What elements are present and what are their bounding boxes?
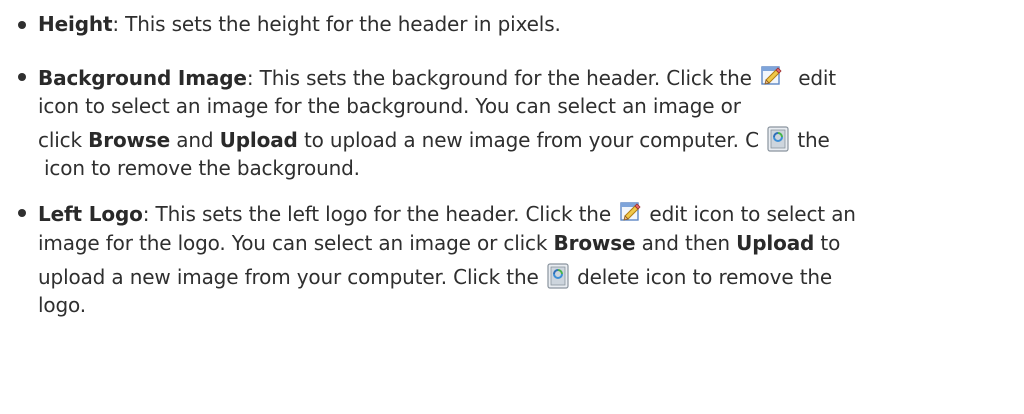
item-background-line-4: icon to remove the background. (44, 156, 360, 180)
description-text: : This sets the background for the heade… (246, 66, 752, 90)
item-logo-line-2: image for the logo. You can select an im… (38, 231, 840, 255)
upload-term: Upload (219, 128, 298, 152)
description-text: logo. (38, 293, 86, 317)
item-logo-line-4: logo. (38, 293, 86, 317)
item-logo-line-1: Left Logo: This sets the left logo for t… (38, 200, 856, 226)
description-text: delete icon to remove the (570, 265, 833, 289)
description-text: upload a new image from your computer. C… (38, 265, 539, 289)
bullet (18, 73, 26, 81)
description-text: to upload a new image from your computer… (297, 128, 759, 152)
browse-term: Browse (553, 231, 636, 255)
description-text: click (38, 128, 89, 152)
description-text: edit icon to select an (643, 202, 856, 226)
description-text: icon to select an image for the backgrou… (38, 94, 741, 118)
term-background-image: Background Image (38, 66, 247, 90)
description-text: icon to remove the background. (44, 156, 360, 180)
bullet (18, 21, 26, 29)
description-text: : This sets the left logo for the header… (142, 202, 611, 226)
description-text: and (170, 128, 220, 152)
term-left-logo: Left Logo (38, 202, 143, 226)
bullet (18, 209, 26, 217)
description-text: edit (798, 66, 836, 90)
upload-term: Upload (736, 231, 815, 255)
description-text: image for the logo. You can select an im… (38, 231, 554, 255)
description-text: the (791, 128, 830, 152)
delete-icon (765, 125, 791, 153)
description-text: to (814, 231, 841, 255)
item-background-line-3: click Browse and Upload to upload a new … (38, 125, 830, 153)
item-background-line-1: Background Image: This sets the backgrou… (38, 64, 836, 90)
edit-icon (758, 64, 784, 88)
item-background-line-2: icon to select an image for the backgrou… (38, 94, 741, 118)
item-height-line-1: Height: This sets the height for the hea… (38, 12, 561, 36)
edit-icon (617, 200, 643, 224)
browse-term: Browse (88, 128, 171, 152)
description-text: : This sets the height for the header in… (112, 12, 561, 36)
item-logo-line-3: upload a new image from your computer. C… (38, 262, 832, 290)
description-text: and then (635, 231, 737, 255)
term-height: Height (38, 12, 113, 36)
documentation-body: Height: This sets the height for the hea… (0, 0, 1024, 414)
delete-icon (545, 262, 571, 290)
